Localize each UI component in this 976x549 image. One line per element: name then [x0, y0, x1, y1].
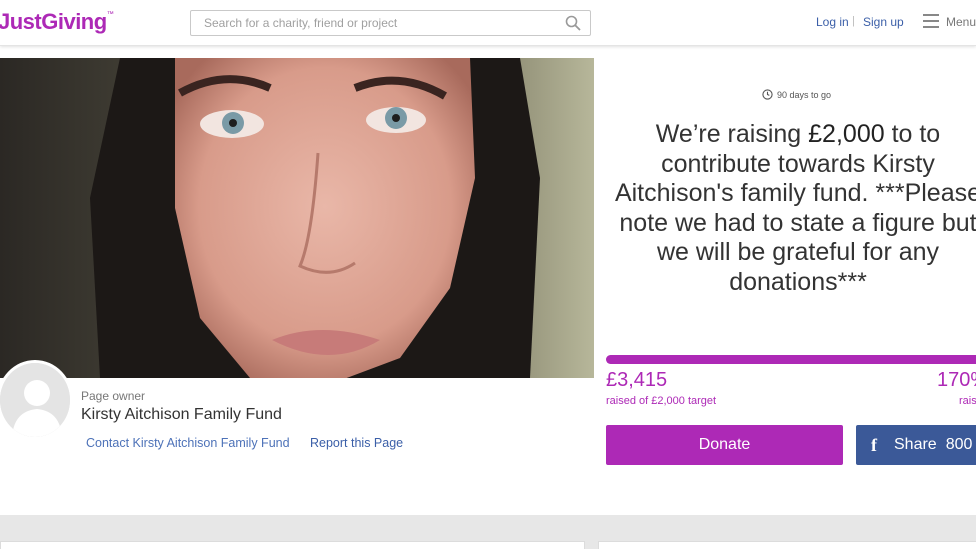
- share-label: Share: [894, 436, 937, 453]
- signup-link[interactable]: Sign up: [863, 15, 904, 29]
- login-link[interactable]: Log in: [816, 15, 849, 29]
- cover-photo: [0, 58, 594, 378]
- progress-bar: [606, 355, 976, 364]
- raised-amount: £3,415: [606, 369, 668, 391]
- search-icon[interactable]: [565, 15, 581, 31]
- days-remaining: 90 days to go: [762, 89, 831, 100]
- site-header: JustGiving™ Log in | Sign up Menu: [0, 0, 976, 46]
- justgiving-logo[interactable]: JustGiving™: [0, 9, 114, 35]
- menu-icon[interactable]: [923, 14, 939, 28]
- share-count: 800: [945, 436, 973, 453]
- facebook-share-button[interactable]: f Share 800: [856, 425, 976, 465]
- fundraising-story: We’re raising £2,000 to to contribute to…: [614, 120, 976, 296]
- facebook-icon: f: [871, 434, 877, 455]
- nav-separator: |: [852, 15, 855, 27]
- clock-icon: [762, 89, 773, 100]
- percent-raised: 170%: [937, 369, 976, 391]
- raised-target-text: raised of £2,000 target: [606, 395, 717, 407]
- days-remaining-text: 90 days to go: [777, 89, 832, 100]
- sidebar-card: [598, 541, 976, 549]
- target-amount: £2,000: [808, 120, 885, 148]
- page-owner-label: Page owner: [81, 389, 146, 403]
- donate-button[interactable]: Donate: [606, 425, 843, 465]
- page-owner-name: Kirsty Aitchison Family Fund: [81, 406, 282, 423]
- search-input[interactable]: [191, 11, 551, 35]
- story-card: [0, 541, 585, 549]
- percent-raised-label: raised: [959, 395, 976, 407]
- search-box: [190, 10, 591, 36]
- default-avatar-icon: [0, 360, 73, 440]
- menu-label[interactable]: Menu: [946, 15, 976, 29]
- report-page-link[interactable]: Report this Page: [310, 436, 403, 450]
- contact-owner-link[interactable]: Contact Kirsty Aitchison Family Fund: [86, 436, 290, 450]
